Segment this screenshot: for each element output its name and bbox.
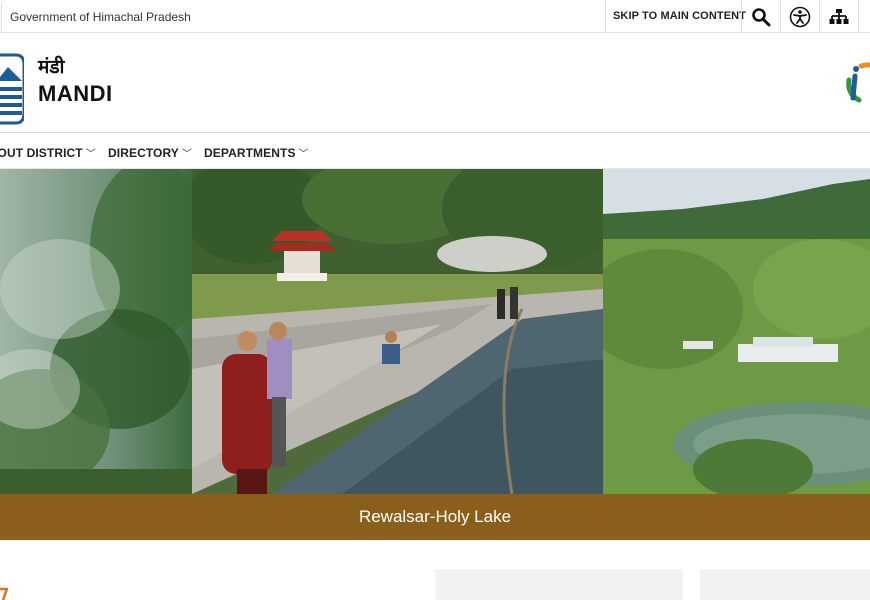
site-title[interactable]: MANDI bbox=[38, 81, 113, 107]
top-utility-bar: Government of Himachal Pradesh SKIP TO M… bbox=[0, 0, 870, 33]
nav-item-directory[interactable]: DIRECTORY ﹀ bbox=[108, 145, 192, 160]
accessibility-button[interactable] bbox=[780, 0, 819, 33]
nav-item-label: DIRECTORY bbox=[108, 146, 179, 160]
digital-india-logo[interactable] bbox=[843, 58, 870, 104]
slide-image-misty-forest bbox=[0, 169, 192, 494]
sitemap-icon bbox=[829, 8, 849, 24]
image-slider[interactable]: Rewalsar-Holy Lake bbox=[0, 169, 870, 540]
government-link[interactable]: Government of Himachal Pradesh bbox=[10, 10, 191, 24]
chevron-down-icon: ﹀ bbox=[181, 149, 193, 160]
site-header: मंडी MANDI bbox=[0, 33, 870, 133]
skip-to-main-content-link[interactable]: SKIP TO MAIN CONTENT bbox=[605, 0, 753, 33]
slide-image-rewalsar-lake bbox=[192, 169, 603, 494]
slide-caption-bar: Rewalsar-Holy Lake bbox=[0, 494, 870, 540]
nav-item-label: ABOUT DISTRICT bbox=[0, 146, 83, 160]
slide-caption: Rewalsar-Holy Lake bbox=[358, 507, 512, 526]
slide-image-hill-valley bbox=[603, 169, 870, 494]
search-button[interactable] bbox=[741, 0, 780, 33]
info-card bbox=[700, 569, 870, 600]
chevron-down-icon: ﹀ bbox=[85, 149, 96, 160]
info-card bbox=[435, 569, 683, 600]
section-heading-fragment bbox=[0, 587, 8, 600]
nav-item-label: DEPARTMENTS bbox=[204, 146, 296, 160]
accessibility-icon bbox=[789, 6, 811, 27]
search-icon bbox=[752, 7, 771, 26]
sitemap-button[interactable] bbox=[819, 0, 858, 33]
nav-item-about-district[interactable]: ABOUT DISTRICT﹀ bbox=[0, 145, 96, 160]
chevron-down-icon: ﹀ bbox=[298, 149, 309, 160]
page: Government of Himachal Pradesh SKIP TO M… bbox=[0, 0, 870, 600]
site-title-hindi: मंडी bbox=[38, 56, 65, 78]
nav-item-departments[interactable]: DEPARTMENTS ﹀ bbox=[204, 145, 309, 160]
divider bbox=[1, 2, 2, 32]
district-emblem-logo[interactable] bbox=[0, 51, 24, 127]
more-button[interactable] bbox=[858, 0, 870, 33]
main-navigation: ABOUT DISTRICT﹀ DIRECTORY﹀ DEPARTMENTS﹀ bbox=[0, 134, 870, 169]
